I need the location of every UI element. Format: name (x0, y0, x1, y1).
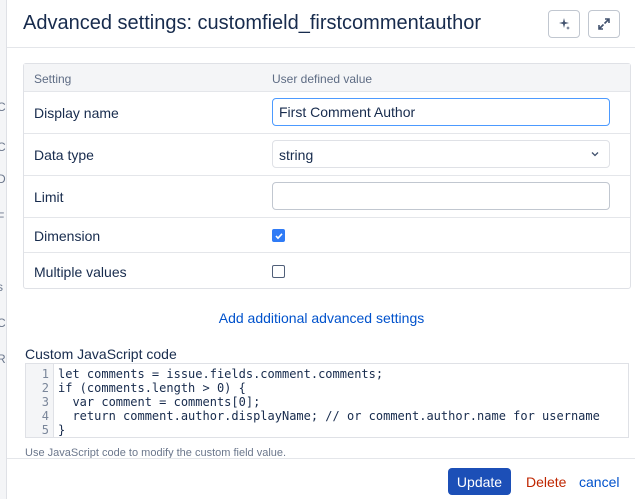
data-type-label: Data type (34, 147, 94, 163)
background-letter: F (0, 210, 5, 224)
checkmark-icon (275, 233, 283, 240)
cancel-button[interactable]: cancel (579, 474, 619, 490)
dimension-label: Dimension (34, 228, 101, 244)
background-letter: R (0, 352, 6, 366)
expand-button[interactable] (588, 10, 620, 38)
line-number: 5 (41, 423, 49, 437)
chevron-down-icon (591, 152, 599, 157)
limit-label: Limit (34, 189, 64, 205)
dialog-header: Advanced settings: customfield_firstcomm… (7, 0, 635, 48)
add-advanced-settings-link[interactable]: Add additional advanced settings (7, 310, 635, 326)
table-row-dimension: Dimension (24, 218, 630, 253)
code-editor[interactable]: 1 2 3 4 5 let comments = issue.fields.co… (25, 363, 629, 438)
sparkle-icon (559, 18, 570, 30)
code-line: return comment.author.displayName; // or… (58, 409, 600, 423)
update-button[interactable]: Update (448, 468, 511, 495)
limit-input[interactable] (272, 182, 610, 210)
dialog-footer: Update Delete cancel (7, 458, 635, 499)
settings-table: Setting User defined value Display name … (23, 63, 631, 289)
background-letter: D (0, 172, 6, 186)
dimension-checkbox[interactable] (272, 229, 285, 242)
data-type-select[interactable]: string (272, 140, 610, 168)
multiple-values-label: Multiple values (34, 264, 127, 280)
code-line: var comment = comments[0]; (58, 395, 261, 409)
display-name-input[interactable] (272, 98, 610, 126)
background-letter: C (0, 316, 6, 330)
line-number-gutter: 1 2 3 4 5 (26, 364, 54, 437)
background-letter: s (0, 280, 3, 294)
background-letter: C (0, 140, 6, 154)
display-name-label: Display name (34, 105, 119, 121)
table-row-display-name: Display name (24, 92, 630, 134)
column-header-setting: Setting (34, 72, 72, 86)
code-line: if (comments.length > 0) { (58, 381, 246, 395)
background-letter: C (0, 100, 6, 114)
table-row-multiple-values: Multiple values (24, 253, 630, 288)
advanced-settings-dialog: Advanced settings: customfield_firstcomm… (6, 0, 635, 499)
dialog-title: Advanced settings: customfield_firstcomm… (23, 12, 481, 34)
line-number: 2 (41, 381, 49, 395)
multiple-values-checkbox[interactable] (272, 265, 285, 278)
expand-arrows-icon (598, 18, 610, 30)
line-number: 3 (41, 395, 49, 409)
code-editor-label: Custom JavaScript code (25, 346, 177, 362)
table-header-row: Setting User defined value (24, 64, 630, 92)
ai-assist-button[interactable] (548, 10, 580, 38)
data-type-value: string (279, 147, 314, 163)
line-number: 4 (41, 409, 49, 423)
code-line: let comments = issue.fields.comment.comm… (58, 367, 384, 381)
table-row-data-type: Data type string (24, 134, 630, 176)
line-number: 1 (41, 367, 49, 381)
column-header-value: User defined value (272, 72, 373, 86)
table-row-limit: Limit (24, 176, 630, 218)
code-line: } (58, 423, 66, 437)
delete-button[interactable]: Delete (526, 474, 566, 490)
